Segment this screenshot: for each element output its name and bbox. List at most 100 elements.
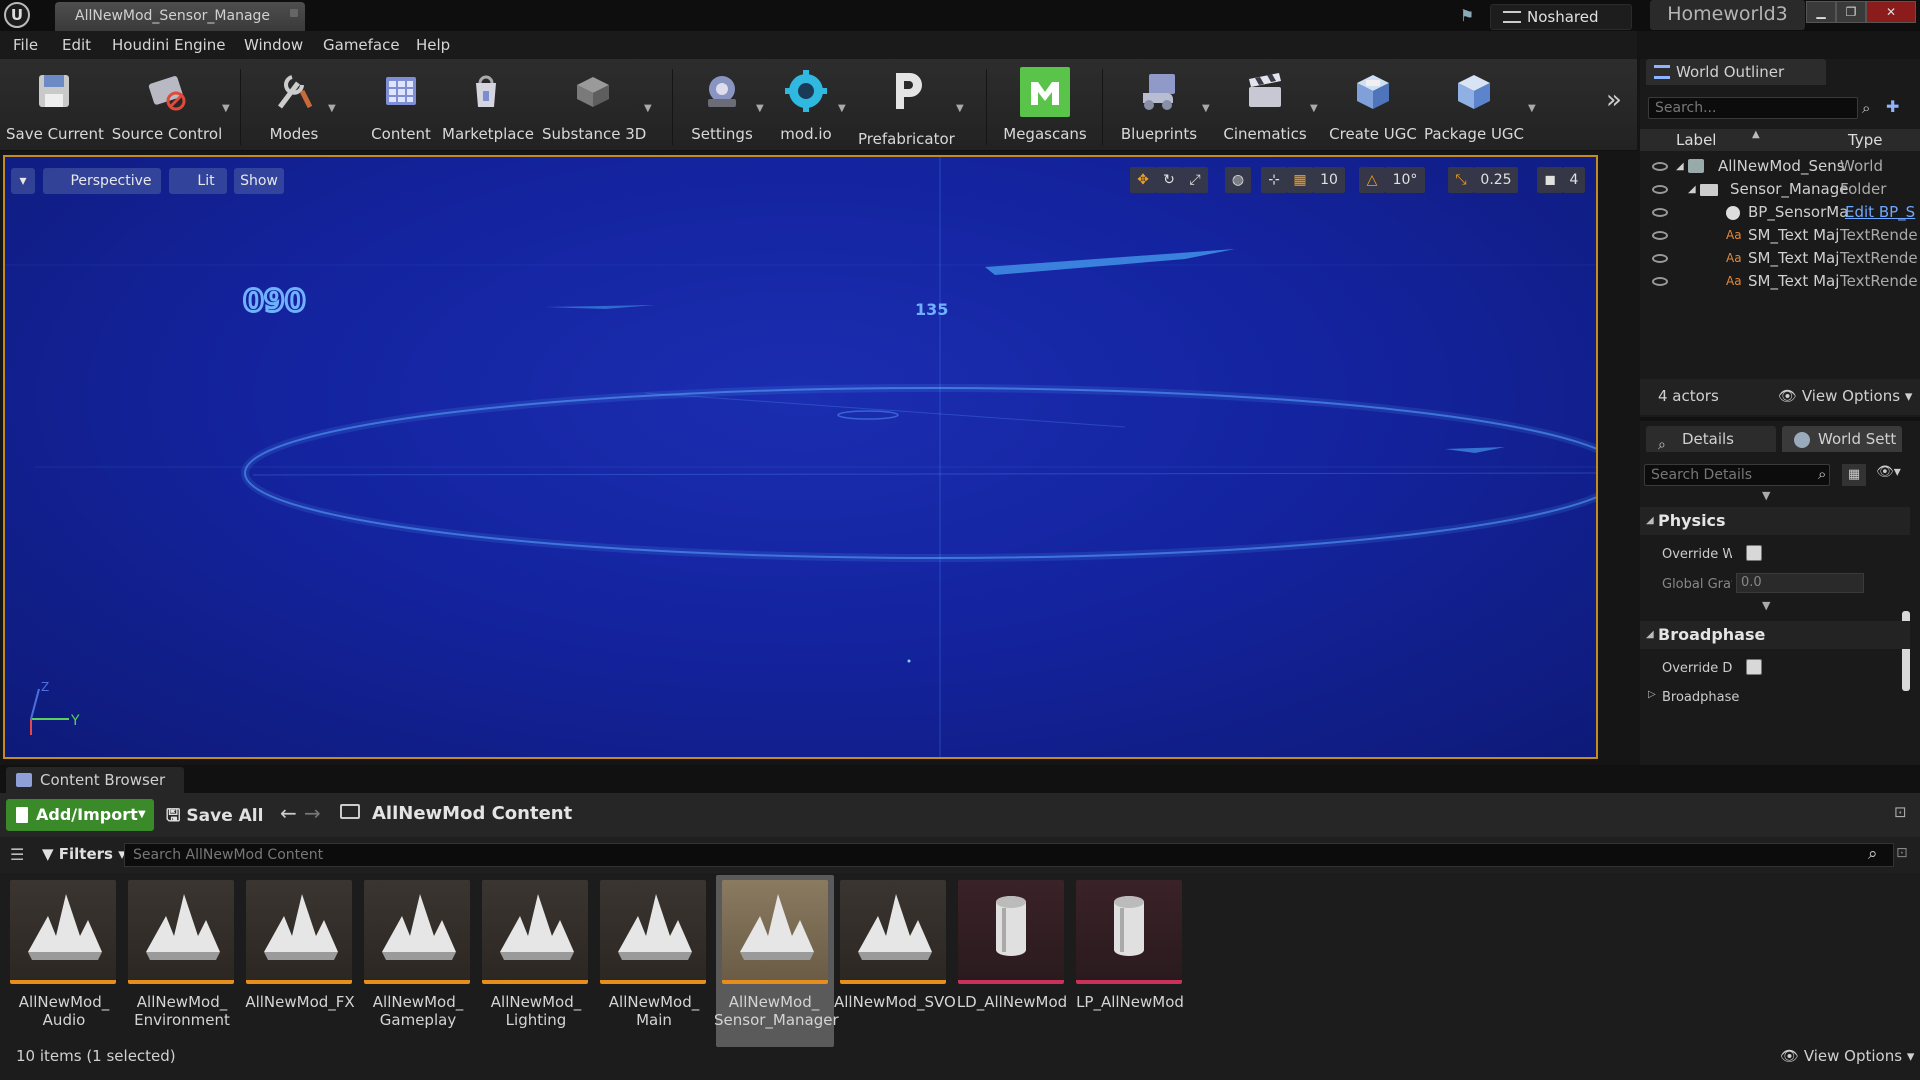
sources-panel-icon[interactable]: ☰ [10,845,24,864]
details-tab[interactable]: ⌕ Details [1646,426,1776,453]
modes-button[interactable]: Modes ▼ [254,65,336,149]
cinematics-button[interactable]: Cinematics ▼ [1218,65,1318,149]
menu-help[interactable]: Help [416,31,450,59]
expand-advanced-icon[interactable]: ▼ [1762,599,1770,612]
outliner-row-blueprint[interactable]: BP_SensorMa Edit BP_S [1640,201,1920,224]
save-search-icon[interactable]: ⊡ [1896,845,1908,861]
viewport-options-dropdown[interactable]: ▾ [11,168,35,194]
collapse-arrow-icon[interactable]: ▼ [1762,489,1770,502]
menu-window[interactable]: Window [244,31,303,59]
camera-speed-icon[interactable]: ◼ [1537,167,1563,193]
outliner-add-icon[interactable]: ✚ [1886,97,1899,116]
asset-tile-selected[interactable]: AllNewMod_ Sensor_Manager [714,875,839,1047]
grid-snap-value[interactable]: 10 [1313,167,1345,193]
asset-tile[interactable]: AllNewMod_ Main [600,880,712,1045]
source-control-button[interactable]: Source Control ▼ [108,65,230,149]
visibility-eye-icon[interactable] [1652,254,1668,263]
lock-icon[interactable]: ⊡ [1894,803,1907,821]
asset-tile[interactable]: AllNewMod_ Lighting [482,880,594,1045]
content-view-options-button[interactable]: 👁 View Options ▾ [1780,1047,1914,1065]
outliner-row-text[interactable]: Aa SM_Text Maj TextRende [1640,247,1920,270]
menu-gameface[interactable]: Gameface [323,31,400,59]
edit-blueprint-link[interactable]: Edit BP_S [1845,201,1915,224]
minimize-button[interactable]: ▁ [1806,1,1836,23]
outliner-row-folder[interactable]: ◢ Sensor_Manage Folder [1640,178,1920,201]
expand-arrow-icon[interactable]: ◢ [1676,155,1684,178]
close-button[interactable]: ✕ [1866,1,1916,23]
translate-tool-icon[interactable]: ✥ [1130,167,1156,193]
expand-arrow-icon[interactable]: ◢ [1688,178,1696,201]
notification-icon[interactable]: ⚑ [1456,6,1478,25]
visibility-eye-icon[interactable] [1652,185,1668,194]
outliner-column-type[interactable]: Type [1848,131,1882,149]
perspective-button[interactable]: Perspective [43,168,161,194]
visibility-eye-icon[interactable] [1652,277,1668,286]
level-viewport[interactable]: 090 135 Y Z ▾ Perspective Lit Show ✥ ↻ ⤢… [3,155,1598,759]
outliner-row-world[interactable]: ◢ AllNewMod_Sens World [1640,155,1920,178]
scale-snap-icon[interactable]: ⤡ [1448,167,1474,193]
save-all-button[interactable]: 🖫 Save All [166,803,263,832]
filters-button[interactable]: ▼ Filters ▾ [42,845,126,863]
asset-tile[interactable]: LD_AllNewMod [957,880,1070,1045]
unreal-logo-icon[interactable]: U [4,2,30,28]
document-tab-close-icon[interactable] [290,9,298,17]
maximize-button[interactable]: ❐ [1836,1,1866,23]
asset-tile[interactable]: AllNewMod_FX [245,880,358,1045]
save-current-button[interactable]: Save Current [6,65,104,149]
override-default-broadphase-checkbox[interactable] [1746,659,1762,675]
content-button[interactable]: Content [368,65,434,149]
forward-arrow-icon[interactable]: → [304,801,321,825]
world-settings-tab[interactable]: World Sett [1782,426,1902,452]
world-space-icon[interactable]: ◍ [1225,167,1251,193]
camera-speed-value[interactable]: 4 [1563,167,1585,193]
property-matrix-icon[interactable]: ▦ [1842,464,1866,486]
details-view-options-icon[interactable]: 👁▾ [1876,464,1901,480]
scale-snap-value[interactable]: 0.25 [1474,167,1518,193]
override-world-gravity-checkbox[interactable] [1746,545,1762,561]
menu-file[interactable]: File [13,31,38,59]
outliner-row-text[interactable]: Aa SM_Text Maj TextRende [1640,224,1920,247]
rotate-tool-icon[interactable]: ↻ [1156,167,1182,193]
back-arrow-icon[interactable]: ← [280,801,297,825]
global-gravity-field[interactable]: 0.0 [1736,573,1864,593]
outliner-view-options-button[interactable]: 👁 View Options ▾ [1778,387,1912,405]
add-import-button[interactable]: Add/Import ▼ [6,799,154,831]
grid-snap-icon[interactable]: ▦ [1287,167,1313,193]
broadphase-expand-icon[interactable]: ▷ [1648,689,1656,700]
asset-tile[interactable]: LP_AllNewMod [1076,880,1188,1045]
physics-category[interactable]: ◢ Physics [1640,507,1910,535]
toolbar-more-button[interactable]: » [1606,85,1622,115]
content-path[interactable]: AllNewMod Content [372,803,572,824]
menu-houdini-engine[interactable]: Houdini Engine [112,31,226,59]
settings-button[interactable]: Settings ▼ [686,65,764,149]
outliner-search-input[interactable]: Search... [1648,97,1858,119]
rotation-snap-icon[interactable]: △ [1359,167,1385,193]
marketplace-button[interactable]: Marketplace [442,65,534,149]
broadphase-category[interactable]: ◢ Broadphase [1640,621,1910,649]
surface-snap-icon[interactable]: ⊹ [1261,167,1287,193]
visibility-eye-icon[interactable] [1652,162,1668,171]
package-ugc-button[interactable]: Package UGC ▼ [1424,65,1536,149]
asset-tile[interactable]: AllNewMod_ Audio [10,880,122,1045]
scale-tool-icon[interactable]: ⤢ [1182,167,1208,193]
content-search-input[interactable]: Search AllNewMod Content [124,843,1894,867]
show-button[interactable]: Show [234,168,284,194]
menu-edit[interactable]: Edit [62,31,91,59]
asset-tile[interactable]: AllNewMod_ Environment [128,880,240,1045]
megascans-button[interactable]: Megascans [998,65,1092,149]
substance-3d-button[interactable]: Substance 3D ▼ [542,65,652,149]
details-search-input[interactable]: Search Details [1644,464,1830,486]
visibility-eye-icon[interactable] [1652,231,1668,240]
source-control-user-badge[interactable]: Noshared [1490,4,1632,30]
modio-button[interactable]: mod.io ▼ [772,65,846,149]
create-ugc-button[interactable]: Create UGC [1328,65,1418,149]
content-browser-tab[interactable]: Content Browser [6,767,184,793]
document-tab[interactable]: AllNewMod_Sensor_Manage [55,2,305,31]
asset-tile[interactable]: AllNewMod_ Gameplay [364,880,476,1045]
visibility-eye-icon[interactable] [1652,208,1668,217]
asset-tile[interactable]: AllNewMod_SVO [834,880,956,1045]
world-outliner-tab[interactable]: World Outliner [1646,59,1826,85]
prefabricator-button[interactable]: Prefabricator ▼ [858,65,964,149]
outliner-column-label[interactable]: Label [1676,131,1716,149]
lit-button[interactable]: Lit [169,168,227,194]
